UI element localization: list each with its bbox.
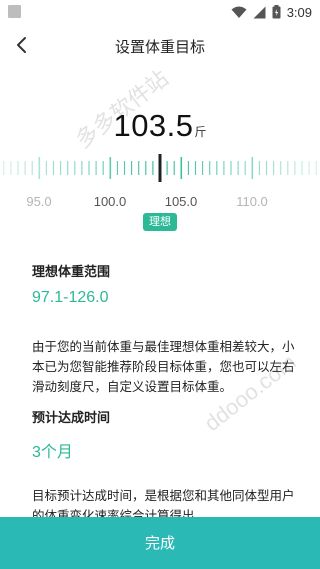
weight-ruler[interactable]: [0, 150, 320, 186]
notification-icon: [8, 5, 21, 18]
status-icons: 3:09: [231, 3, 312, 21]
ideal-badge: 理想: [143, 213, 177, 231]
ruler-label: 110.0: [236, 194, 268, 209]
ideal-range-value: 97.1-126.0: [32, 289, 109, 306]
status-bar: 3:09: [0, 0, 320, 24]
weight-value: 103.5: [113, 108, 194, 143]
ruler-label: 105.0: [164, 194, 198, 209]
wifi-icon: [231, 6, 247, 18]
eta-label: 预计达成时间: [32, 411, 111, 426]
ruler-label: 95.0: [26, 194, 52, 209]
title-bar: 设置体重目标: [0, 24, 320, 66]
eta-value: 3个月: [32, 444, 73, 461]
ruler-indicator: [158, 154, 162, 182]
signal-icon: [253, 6, 266, 18]
ruler-labels: 95.0 100.0 105.0 110.0: [0, 194, 320, 210]
advice-text: 由于您的当前体重与最佳理想体重相差较大，小本已为您智能推荐阶段目标体重，您也可以…: [32, 339, 295, 394]
ruler-label: 100.0: [93, 194, 127, 209]
status-time: 3:09: [286, 4, 312, 20]
ideal-range-label: 理想体重范围: [32, 265, 111, 280]
page-title: 设置体重目标: [114, 38, 205, 56]
done-button[interactable]: 完成: [0, 517, 320, 569]
weight-display: 103.5斤: [0, 108, 320, 144]
weight-unit: 斤: [194, 125, 207, 139]
battery-icon: [272, 5, 281, 19]
